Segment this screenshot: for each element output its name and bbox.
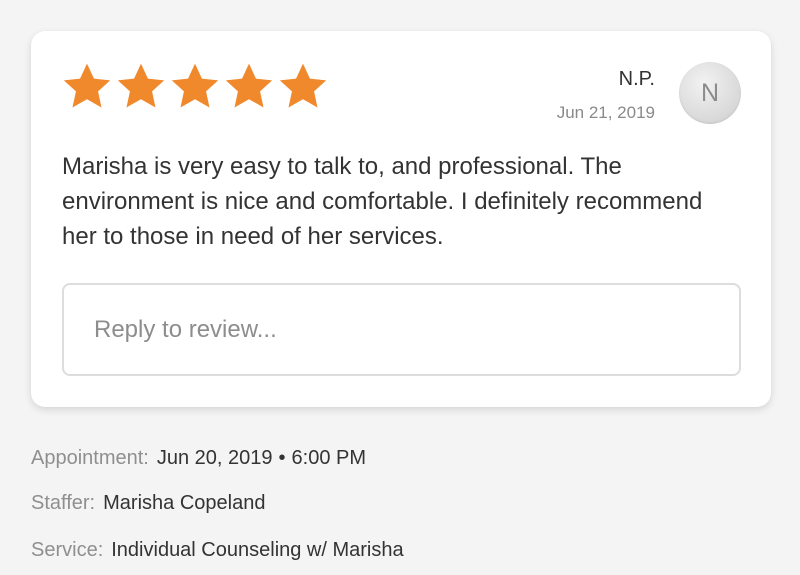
appointment-row: Appointment: Jun 20, 2019 • 6:00 PM xyxy=(31,446,366,470)
appointment-time: 6:00 PM xyxy=(291,447,367,469)
avatar: N xyxy=(679,62,741,124)
star-icon xyxy=(169,61,221,111)
review-text: Marisha is very easy to talk to, and pro… xyxy=(62,153,703,250)
staffer-label: Staffer: xyxy=(31,492,96,514)
star-icon xyxy=(223,61,275,111)
reviewer-info: N.P. Jun 21, 2019 xyxy=(557,67,655,123)
service-value: Individual Counseling w/ Marisha xyxy=(111,539,404,561)
star-icon xyxy=(277,61,329,111)
star-icon xyxy=(61,61,113,111)
review-card: N.P. Jun 21, 2019 N Marisha is very easy… xyxy=(31,31,771,407)
staffer-row: Staffer: Marisha Copeland xyxy=(31,491,265,515)
appointment-separator: • xyxy=(278,447,286,469)
star-rating xyxy=(61,61,329,111)
appointment-date: Jun 20, 2019 xyxy=(156,447,273,469)
reply-input[interactable] xyxy=(62,283,741,376)
reviewer-name: N.P. xyxy=(618,68,655,90)
appointment-label: Appointment: xyxy=(31,447,149,469)
star-icon xyxy=(115,61,167,111)
staffer-value: Marisha Copeland xyxy=(103,492,266,514)
review-date: Jun 21, 2019 xyxy=(556,103,655,122)
service-label: Service: xyxy=(31,539,104,561)
service-row: Service: Individual Counseling w/ Marisha xyxy=(31,538,404,562)
